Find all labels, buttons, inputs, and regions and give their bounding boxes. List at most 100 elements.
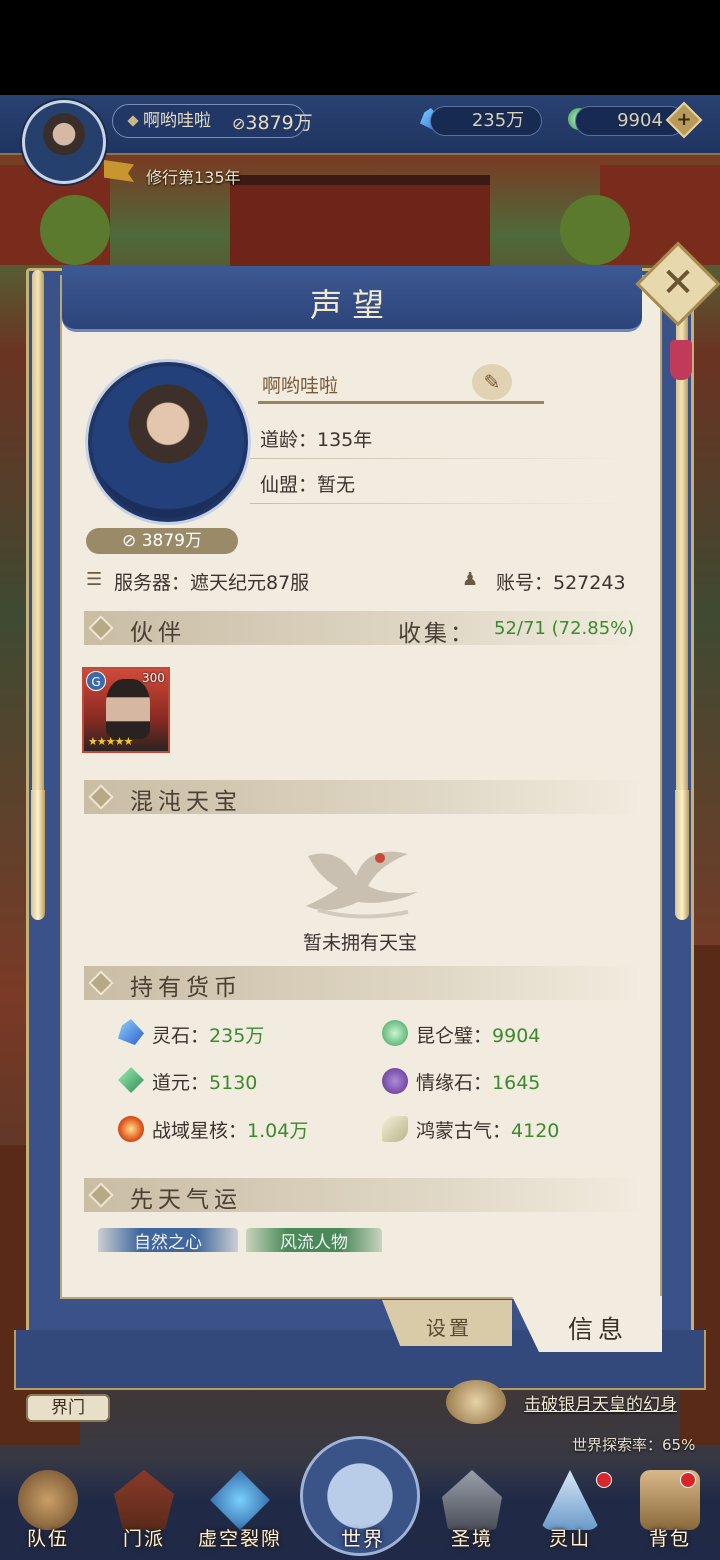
notification-dot xyxy=(596,1472,612,1488)
fortune-chip[interactable]: 自然之心 xyxy=(98,1228,238,1252)
name-underline xyxy=(258,401,544,404)
player-name: 啊哟哇啦 xyxy=(143,111,211,131)
currency-value: 4120 xyxy=(511,1120,560,1142)
nav-team[interactable]: 队伍 xyxy=(8,1466,88,1560)
cultivation-stage: 修行第135年 xyxy=(146,168,241,187)
diamond-icon xyxy=(88,784,114,810)
combat-power-value: 3879万 xyxy=(245,112,313,134)
tree xyxy=(560,195,630,265)
account-icon: ♟ xyxy=(462,569,479,590)
realm-gate-button[interactable]: 界门 xyxy=(26,1394,110,1422)
tab-label: 信息 xyxy=(568,1315,629,1344)
power-icon: ⊘ xyxy=(122,531,142,551)
combat-power: ⊘3879万 xyxy=(232,108,313,135)
fortune-chip[interactable]: 风流人物 xyxy=(246,1228,382,1252)
power-icon: ⊘ xyxy=(232,114,246,133)
collect-label: 收集： xyxy=(398,621,476,647)
tree xyxy=(40,195,110,265)
hat-icon xyxy=(18,1470,78,1530)
temple-icon xyxy=(114,1470,174,1530)
crane-icon xyxy=(306,851,418,919)
tab-label: 设置 xyxy=(426,1316,472,1340)
currency-value: 1.04万 xyxy=(247,1120,309,1142)
divider xyxy=(250,503,630,504)
scroll-rod-tip-left xyxy=(31,790,45,920)
currency-value: 5130 xyxy=(209,1072,258,1094)
nav-label: 虚空裂隙 xyxy=(197,1528,282,1550)
spirit-stone-counter[interactable]: 235万 xyxy=(430,106,542,136)
diamond-icon xyxy=(88,970,114,996)
nav-label: 门派 xyxy=(122,1528,165,1550)
currency-label: 战域星核： xyxy=(152,1120,248,1142)
section-currencies: 持有货币 xyxy=(84,966,644,1001)
rift-icon xyxy=(210,1470,270,1530)
profile-power-value: 3879万 xyxy=(141,531,202,551)
diamond-icon xyxy=(127,115,139,127)
partner-card[interactable]: G 300 ★★★★★ xyxy=(82,667,170,753)
plus-icon: + xyxy=(676,109,692,130)
nav-void-rift[interactable]: 虚空裂隙 xyxy=(198,1466,280,1560)
nav-sect[interactable]: 门派 xyxy=(104,1466,184,1560)
diamond-icon xyxy=(88,615,114,641)
star-icon: ★★★★★ xyxy=(88,735,133,748)
currency-value: 235万 xyxy=(209,1025,265,1047)
nav-holy-realm[interactable]: 圣境 xyxy=(432,1466,512,1560)
profile-power-badge: ⊘ 3879万 xyxy=(86,528,238,554)
currency-label: 道元： xyxy=(152,1072,210,1094)
section-title: 先天气运 xyxy=(130,1187,242,1213)
section-title: 持有货币 xyxy=(130,975,242,1001)
currency-dao-essence: 道元：5130 xyxy=(152,1068,257,1095)
section-title: 伙伴 xyxy=(130,620,186,646)
palace-icon xyxy=(442,1470,502,1530)
profile-name: 啊哟哇啦 xyxy=(262,375,339,397)
quest-link[interactable]: 击破银月天皇的幻身 xyxy=(524,1390,677,1415)
alliance: 仙盟：暂无 xyxy=(260,474,356,496)
currency-star-core: 战域星核：1.04万 xyxy=(152,1116,308,1143)
scroll-rod-tip-right xyxy=(675,790,689,920)
currency-label: 情缘石： xyxy=(416,1072,493,1094)
currency-label: 灵石： xyxy=(152,1025,210,1047)
currency-label: 昆仑璧： xyxy=(416,1025,493,1047)
tassel xyxy=(670,340,692,380)
currency-fate-stone: 情缘石：1645 xyxy=(416,1068,540,1095)
nav-label: 灵山 xyxy=(548,1528,591,1550)
currency-kunlun-jade: 昆仑璧：9904 xyxy=(416,1021,540,1048)
section-title: 混沌天宝 xyxy=(130,789,242,815)
currency-value: 1645 xyxy=(492,1072,541,1094)
star-core-icon xyxy=(118,1116,144,1142)
nav-label: 圣境 xyxy=(450,1528,493,1550)
server-icon: ☰ xyxy=(86,569,103,590)
fate-stone-icon xyxy=(382,1068,408,1094)
nav-label: 世界 xyxy=(341,1527,385,1551)
diamond-icon xyxy=(88,1182,114,1208)
brush-icon: ✎ xyxy=(483,370,501,394)
panel-title: 声望 xyxy=(309,286,394,324)
currency-spirit-stone: 灵石：235万 xyxy=(152,1021,264,1048)
grade-badge: G xyxy=(86,671,106,691)
partner-portrait xyxy=(106,679,150,739)
explore-rate: 世界探索率：65% xyxy=(572,1436,696,1454)
close-icon[interactable]: ✕ xyxy=(648,254,708,314)
nav-bag[interactable]: 背包 xyxy=(630,1466,710,1560)
mountain-icon xyxy=(540,1470,600,1530)
section-chaos-treasure: 混沌天宝 xyxy=(84,780,644,815)
kunlun-jade-icon xyxy=(382,1020,408,1046)
currency-value: 9904 xyxy=(492,1025,541,1047)
account-info: 账号：527243 xyxy=(496,572,626,594)
profile-avatar xyxy=(88,362,248,522)
partner-level: 300 xyxy=(142,671,165,685)
nav-label: 队伍 xyxy=(26,1528,69,1550)
section-innate-fortune: 先天气运 xyxy=(84,1178,644,1213)
edit-name-button[interactable]: ✎ xyxy=(472,364,512,400)
collect-value: 52/71 (72.85%) xyxy=(494,618,635,639)
divider xyxy=(250,458,630,459)
server-info: 服务器：遮天纪元87服 xyxy=(114,572,310,594)
dao-age: 道龄：135年 xyxy=(260,429,373,451)
player-avatar[interactable] xyxy=(22,100,106,184)
empty-treasure-text: 暂未拥有天宝 xyxy=(302,932,417,954)
notification-dot xyxy=(680,1472,696,1488)
quest-icon[interactable] xyxy=(446,1380,506,1424)
tab-settings[interactable]: 设置 xyxy=(382,1300,512,1346)
nav-world[interactable]: 世界 xyxy=(300,1436,420,1556)
currency-label: 鸿蒙古气： xyxy=(416,1120,512,1142)
